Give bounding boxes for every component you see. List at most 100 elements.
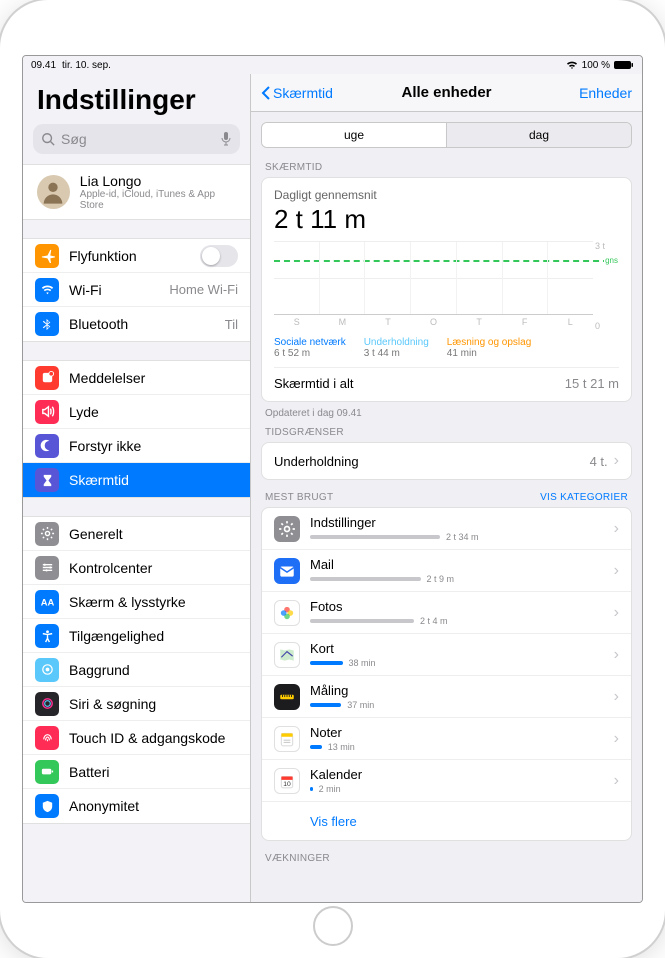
app-row-indstillinger[interactable]: Indstillinger 2 t 34 m › xyxy=(262,508,631,550)
sidebar-item-lyde[interactable]: Lyde xyxy=(23,395,250,429)
limits-card: Underholdning 4 t. › xyxy=(261,442,632,480)
chevron-right-icon: › xyxy=(614,452,619,470)
sidebar-title: Indstillinger xyxy=(23,74,250,124)
sidebar-item-batteri[interactable]: Batteri xyxy=(23,755,250,789)
seg-week[interactable]: uge xyxy=(262,123,446,147)
sidebar-item-siri-søgning[interactable]: Siri & søgning xyxy=(23,687,250,721)
sidebar-item-label: Batteri xyxy=(69,764,238,780)
app-row-kort[interactable]: Kort 38 min › xyxy=(262,634,631,676)
brightness-icon: AA xyxy=(35,590,59,614)
profile-name: Lia Longo xyxy=(80,173,236,189)
sidebar-item-skærmtid[interactable]: Skærmtid xyxy=(23,463,250,497)
app-name: Måling xyxy=(310,683,614,698)
app-name: Kalender xyxy=(310,767,614,782)
sidebar-item-generelt[interactable]: Generelt xyxy=(23,517,250,551)
chevron-right-icon: › xyxy=(614,772,619,790)
app-time: 13 min xyxy=(328,742,355,752)
sidebar-item-touch-id-adgangskode[interactable]: Touch ID & adgangskode xyxy=(23,721,250,755)
home-button[interactable] xyxy=(313,906,353,946)
sidebar-item-label: Skærm & lysstyrke xyxy=(69,594,238,610)
period-segmented[interactable]: uge dag xyxy=(261,122,632,148)
battery-icon xyxy=(35,760,59,784)
settings-sidebar: Indstillinger Søg Lia Longo Apple-id, iC… xyxy=(23,74,251,902)
back-button[interactable]: Skærmtid xyxy=(261,85,333,101)
sidebar-item-tilgængelighed[interactable]: Tilgængelighed xyxy=(23,619,250,653)
sidebar-item-forstyr-ikke[interactable]: Forstyr ikke xyxy=(23,429,250,463)
usage-bar xyxy=(310,745,322,749)
app-name: Kort xyxy=(310,641,614,656)
sidebar-item-baggrund[interactable]: Baggrund xyxy=(23,653,250,687)
maps-icon xyxy=(274,642,300,668)
status-date: tir. 10. sep. xyxy=(62,60,111,71)
app-time: 2 min xyxy=(319,784,341,794)
row-value: Til xyxy=(225,317,238,332)
touchid-icon xyxy=(35,726,59,750)
chevron-right-icon: › xyxy=(614,520,619,538)
app-row-kalender[interactable]: 10 Kalender 2 min › xyxy=(262,760,631,802)
sidebar-item-wi-fi[interactable]: Wi-Fi Home Wi-Fi xyxy=(23,273,250,307)
avatar xyxy=(37,175,70,209)
sidebar-item-skærm-lysstyrke[interactable]: AA Skærm & lysstyrke xyxy=(23,585,250,619)
sidebar-item-label: Skærmtid xyxy=(69,472,238,488)
app-row-måling[interactable]: Måling 37 min › xyxy=(262,676,631,718)
status-bar: 09.41 tir. 10. sep. 100 % xyxy=(23,56,642,74)
privacy-icon xyxy=(35,794,59,818)
battery-pct: 100 % xyxy=(582,60,610,71)
gear-icon xyxy=(274,516,300,542)
hourglass-icon xyxy=(35,468,59,492)
chevron-right-icon: › xyxy=(614,730,619,748)
sidebar-item-label: Anonymitet xyxy=(69,798,238,814)
svg-text:10: 10 xyxy=(283,781,291,788)
profile-row[interactable]: Lia Longo Apple-id, iCloud, iTunes & App… xyxy=(23,164,250,220)
wifi-icon xyxy=(35,278,59,302)
usage-bar xyxy=(310,703,341,707)
sidebar-item-meddelelser[interactable]: Meddelelser xyxy=(23,361,250,395)
show-categories-button[interactable]: Vis kategorier xyxy=(540,492,628,503)
measure-icon xyxy=(274,684,300,710)
nav-bar: Skærmtid Alle enheder Enheder xyxy=(251,74,642,112)
wallpaper-icon xyxy=(35,658,59,682)
most-used-list: Indstillinger 2 t 34 m › Mail 2 t 9 m › … xyxy=(261,507,632,841)
svg-text:AA: AA xyxy=(40,597,54,607)
usage-bar xyxy=(310,787,313,791)
chevron-right-icon: › xyxy=(614,562,619,580)
section-limits: Tidsgrænser xyxy=(265,427,628,438)
sidebar-item-label: Baggrund xyxy=(69,662,238,678)
app-name: Mail xyxy=(310,557,614,572)
search-input[interactable]: Søg xyxy=(33,124,240,154)
limit-entertainment[interactable]: Underholdning 4 t. › xyxy=(262,443,631,479)
app-time: 37 min xyxy=(347,700,374,710)
sidebar-item-label: Tilgængelighed xyxy=(69,628,238,644)
bluetooth-icon xyxy=(35,312,59,336)
sidebar-item-anonymitet[interactable]: Anonymitet xyxy=(23,789,250,823)
usage-bar xyxy=(310,661,343,665)
sidebar-item-label: Siri & søgning xyxy=(69,696,238,712)
seg-day[interactable]: dag xyxy=(446,123,631,147)
sidebar-item-label: Touch ID & adgangskode xyxy=(69,730,238,746)
sidebar-item-label: Forstyr ikke xyxy=(69,438,238,454)
row-value: Home Wi-Fi xyxy=(169,282,238,297)
sidebar-item-kontrolcenter[interactable]: Kontrolcenter xyxy=(23,551,250,585)
chevron-right-icon: › xyxy=(614,604,619,622)
gear-icon xyxy=(35,522,59,546)
daily-avg-label: Dagligt gennemsnit xyxy=(274,188,619,202)
toggle-switch[interactable] xyxy=(200,245,238,267)
usage-bar xyxy=(310,577,421,581)
total-screen-time[interactable]: Skærmtid i alt 15 t 21 m xyxy=(274,367,619,391)
sidebar-item-flyfunktion[interactable]: Flyfunktion xyxy=(23,239,250,273)
app-row-noter[interactable]: Noter 13 min › xyxy=(262,718,631,760)
app-row-fotos[interactable]: Fotos 2 t 4 m › xyxy=(262,592,631,634)
app-row-mail[interactable]: Mail 2 t 9 m › xyxy=(262,550,631,592)
chevron-right-icon: › xyxy=(614,646,619,664)
sidebar-item-bluetooth[interactable]: Bluetooth Til xyxy=(23,307,250,341)
app-name: Noter xyxy=(310,725,614,740)
sidebar-item-label: Lyde xyxy=(69,404,238,420)
app-name: Fotos xyxy=(310,599,614,614)
show-more-button[interactable]: Vis flere xyxy=(262,802,631,840)
devices-button[interactable]: Enheder xyxy=(579,85,632,101)
sidebar-item-label: Meddelelser xyxy=(69,370,238,386)
app-time: 2 t 34 m xyxy=(446,532,479,542)
sound-icon xyxy=(35,400,59,424)
calendar-icon: 10 xyxy=(274,768,300,794)
battery-icon xyxy=(614,60,634,70)
